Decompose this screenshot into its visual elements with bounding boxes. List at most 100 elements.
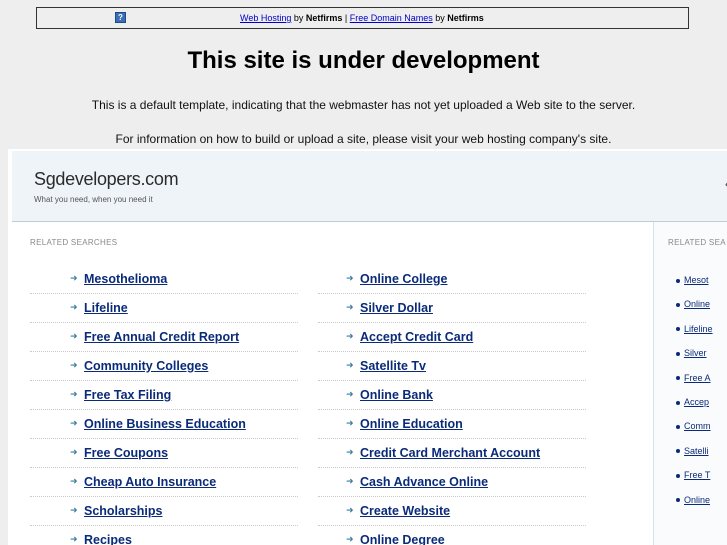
search-result-item: ➜ Online Bank	[318, 382, 586, 410]
arrow-icon: ➜	[70, 302, 78, 312]
arrow-icon: ➜	[346, 302, 354, 312]
arrow-icon: ➜	[70, 331, 78, 341]
banner-links: Web Hosting by Netfirms | Free Domain Na…	[240, 8, 484, 28]
arrow-icon: ➜	[346, 331, 354, 341]
bullet-icon	[676, 278, 680, 283]
search-result-item: ➜ Cheap Auto Insurance	[30, 469, 298, 497]
search-result-item: ➜ Online Business Education	[30, 411, 298, 439]
sidebar-search-item: Satelli	[676, 446, 709, 456]
sidebar-related-label: RELATED SEA	[668, 238, 726, 247]
search-link[interactable]: Cheap Auto Insurance	[84, 475, 216, 489]
sidebar-search-link[interactable]: Lifeline	[684, 324, 713, 334]
sidebar-search-item: Mesot	[676, 275, 709, 285]
sidebar-search-link[interactable]: Accep	[684, 397, 709, 407]
arrow-icon: ➜	[70, 447, 78, 457]
sidebar-search-link[interactable]: Online	[684, 299, 710, 309]
sidebar-search-link[interactable]: Satelli	[684, 446, 709, 456]
search-link[interactable]: Lifeline	[84, 301, 128, 315]
parked-domain-panel: Sgdevelopers.com What you need, when you…	[8, 149, 727, 545]
site-name: Sgdevelopers.com	[34, 169, 179, 189]
search-result-item: ➜ Satellite Tv	[318, 353, 586, 381]
sidebar-search-item: Free T	[676, 470, 710, 480]
banner-separator: |	[342, 13, 350, 23]
banner-brand: Netfirms	[447, 13, 484, 23]
search-result-item: ➜ Online Degree	[318, 527, 586, 545]
sidebar-search-link[interactable]: Online	[684, 495, 710, 505]
arrow-icon: ➜	[346, 534, 354, 544]
search-result-item: ➜ Cash Advance Online	[318, 469, 586, 497]
related-searches-sidebar: RELATED SEA Mesot Online Lifeline Silver Fre…	[654, 222, 727, 545]
sidebar-search-item: Online	[676, 299, 710, 309]
search-result-item: ➜ Free Annual Credit Report	[30, 324, 298, 352]
bullet-icon	[676, 449, 680, 454]
search-link[interactable]: Mesothelioma	[84, 272, 167, 286]
search-result-item: ➜ Community Colleges	[30, 353, 298, 381]
search-result-item: ➜ Mesothelioma	[30, 266, 298, 294]
sidebar-search-link[interactable]: Comm	[684, 421, 711, 431]
related-searches-label: RELATED SEARCHES	[30, 238, 118, 247]
search-link[interactable]: Online Business Education	[84, 417, 246, 431]
search-link[interactable]: Online Education	[360, 417, 463, 431]
sidebar-search-item: Comm	[676, 421, 711, 431]
search-link[interactable]: Recipes	[84, 533, 132, 545]
sidebar-search-link[interactable]: Free T	[684, 470, 710, 480]
arrow-icon: ➜	[70, 505, 78, 515]
search-link[interactable]: Cash Advance Online	[360, 475, 488, 489]
search-link[interactable]: Online Degree	[360, 533, 445, 545]
site-tagline: What you need, when you need it	[34, 195, 153, 204]
sidebar-search-item: Free A	[676, 373, 711, 383]
search-link[interactable]: Accept Credit Card	[360, 330, 473, 344]
arrow-icon: ➜	[346, 273, 354, 283]
search-link[interactable]: Free Coupons	[84, 446, 168, 460]
sidebar-search-link[interactable]: Silver	[684, 348, 707, 358]
search-result-item: ➜ Credit Card Merchant Account	[318, 440, 586, 468]
search-link[interactable]: Online College	[360, 272, 448, 286]
bullet-icon	[676, 473, 680, 478]
banner-brand: Netfirms	[305, 13, 343, 23]
panel-header: Sgdevelopers.com What you need, when you…	[12, 151, 727, 222]
search-link[interactable]: Free Annual Credit Report	[84, 330, 239, 344]
search-link[interactable]: Satellite Tv	[360, 359, 426, 373]
search-result-item: ➜ Create Website	[318, 498, 586, 526]
bullet-icon	[676, 425, 680, 430]
web-hosting-link[interactable]: Web Hosting	[240, 13, 291, 23]
banner-by-text: by	[291, 13, 306, 23]
search-link[interactable]: Credit Card Merchant Account	[360, 446, 540, 460]
banner-by-text: by	[432, 13, 448, 23]
arrow-icon: ➜	[346, 418, 354, 428]
search-link[interactable]: Silver Dollar	[360, 301, 433, 315]
sidebar-search-item: Online	[676, 495, 710, 505]
related-searches-column-2: ➜ Online College ➜ Silver Dollar ➜ Accept Cre…	[318, 266, 586, 545]
bullet-icon	[676, 498, 680, 503]
page-title: This site is under development	[187, 47, 540, 74]
search-result-item: ➜ Recipes	[30, 527, 298, 545]
search-link[interactable]: Create Website	[360, 504, 450, 518]
arrow-icon: ➜	[346, 389, 354, 399]
bullet-icon	[676, 376, 680, 381]
search-link[interactable]: Community Colleges	[84, 359, 208, 373]
bullet-icon	[676, 327, 680, 332]
search-link[interactable]: Online Bank	[360, 388, 433, 402]
search-result-item: ➜ Silver Dollar	[318, 295, 586, 323]
search-result-item: ➜ Lifeline	[30, 295, 298, 323]
search-link[interactable]: Free Tax Filing	[84, 388, 171, 402]
search-result-item: ➜ Scholarships	[30, 498, 298, 526]
arrow-icon: ➜	[346, 447, 354, 457]
sidebar-search-link[interactable]: Free A	[684, 373, 711, 383]
sidebar-search-item: Accep	[676, 397, 709, 407]
help-icon[interactable]: ?	[115, 12, 126, 23]
sidebar-search-link[interactable]: Mesot	[684, 275, 709, 285]
search-link[interactable]: Scholarships	[84, 504, 163, 518]
template-notice: This is a default template, indicating t…	[91, 98, 636, 112]
sidebar-search-item: Lifeline	[676, 324, 713, 334]
free-domain-names-link[interactable]: Free Domain Names	[350, 13, 433, 23]
arrow-icon: ➜	[70, 418, 78, 428]
arrow-icon: ➜	[346, 360, 354, 370]
search-result-item: ➜ Free Coupons	[30, 440, 298, 468]
bullet-icon	[676, 303, 680, 308]
bullet-icon	[676, 400, 680, 405]
search-result-item: ➜ Online Education	[318, 411, 586, 439]
hosting-info: For information on how to build or uploa…	[115, 132, 612, 146]
related-searches-main: RELATED SEARCHES ➜ Mesothelioma ➜ Lifeline ➜…	[12, 222, 654, 545]
arrow-icon: ➜	[70, 534, 78, 544]
